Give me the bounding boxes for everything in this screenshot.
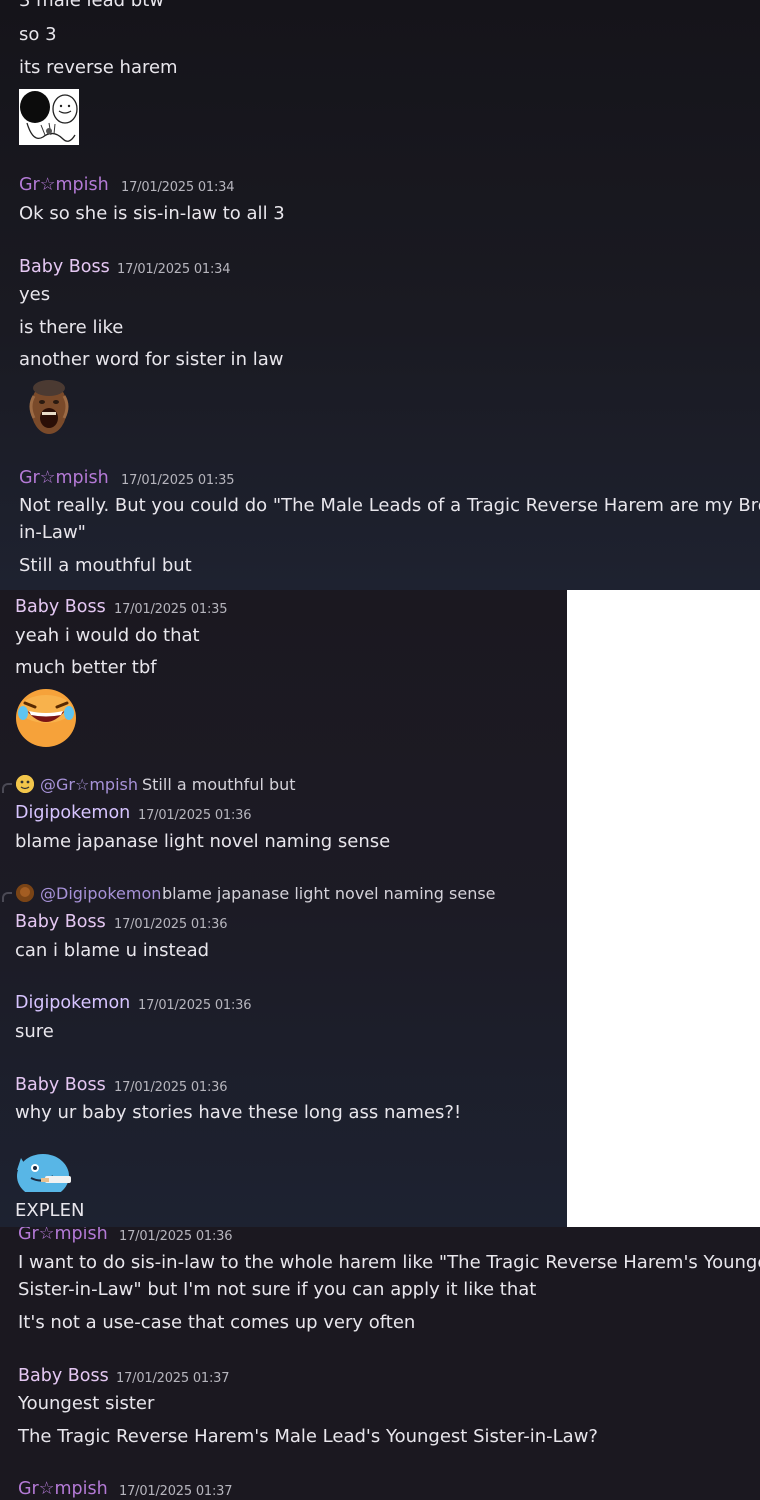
- message-line: much better tbf: [15, 657, 157, 678]
- message-line: I want to do sis-in-law to the whole har…: [18, 1252, 760, 1273]
- message-author[interactable]: Baby Boss: [15, 1075, 106, 1095]
- message-line: so 3: [19, 24, 57, 45]
- chat-segment-2: Baby Boss 17/01/2025 01:35 yeah i would …: [0, 590, 567, 1227]
- meme-sticker-icon[interactable]: [19, 89, 79, 145]
- message-timestamp: 17/01/2025 01:36: [114, 917, 228, 932]
- message-line: Still a mouthful but: [19, 555, 192, 576]
- message-timestamp: 17/01/2025 01:37: [116, 1371, 230, 1386]
- reply-mention[interactable]: @Digipokemon: [40, 884, 161, 903]
- message-line: is there like: [19, 317, 124, 338]
- sticker-caption: EXPLEN: [15, 1200, 85, 1221]
- message-timestamp: 17/01/2025 01:36: [119, 1229, 233, 1244]
- reply-connector: [2, 892, 12, 902]
- message-timestamp: 17/01/2025 01:35: [114, 602, 228, 617]
- cartoon-sticker-icon[interactable]: [15, 1148, 77, 1192]
- message-line: The Tragic Reverse Harem's Male Lead's Y…: [18, 1426, 598, 1447]
- chat-segment-3: Gr☆mpish 17/01/2025 01:36 I want to do s…: [0, 1227, 760, 1500]
- laughing-crying-emoji-icon[interactable]: [15, 687, 77, 749]
- message-timestamp: 17/01/2025 01:36: [114, 1080, 228, 1095]
- message-timestamp: 17/01/2025 01:37: [119, 1484, 233, 1499]
- message-author[interactable]: Baby Boss: [15, 597, 106, 617]
- message-line: in-Law": [19, 522, 86, 543]
- avatar-icon: [16, 884, 34, 902]
- message-author[interactable]: Digipokemon: [15, 993, 130, 1013]
- avatar-icon: [16, 775, 34, 793]
- reply-text[interactable]: Still a mouthful but: [142, 775, 296, 794]
- chat-segment-1: 3 male lead btw so 3 its reverse harem G…: [0, 0, 760, 590]
- laughing-man-emoji-icon[interactable]: [24, 378, 74, 440]
- message-line: Youngest sister: [18, 1393, 155, 1414]
- message-author[interactable]: Gr☆mpish: [19, 175, 109, 195]
- message-line: its reverse harem: [19, 57, 178, 78]
- message-line: 3 male lead btw: [19, 0, 164, 11]
- message-author[interactable]: Baby Boss: [15, 912, 106, 932]
- message-author[interactable]: Gr☆mpish: [18, 1479, 108, 1499]
- message-author[interactable]: Gr☆mpish: [18, 1227, 108, 1244]
- message-line: sure: [15, 1021, 54, 1042]
- message-timestamp: 17/01/2025 01:34: [117, 262, 231, 277]
- message-timestamp: 17/01/2025 01:36: [138, 998, 252, 1013]
- reply-mention[interactable]: @Gr☆mpish: [40, 775, 138, 794]
- reply-text[interactable]: blame japanase light novel naming sense: [162, 884, 496, 903]
- message-author[interactable]: Gr☆mpish: [19, 468, 109, 488]
- message-timestamp: 17/01/2025 01:35: [121, 473, 235, 488]
- reply-connector: [2, 783, 12, 793]
- cropped-blank-area: [567, 590, 760, 1227]
- message-line: It's not a use-case that comes up very o…: [18, 1312, 416, 1333]
- message-line: Sister-in-Law" but I'm not sure if you c…: [18, 1279, 537, 1300]
- message-author[interactable]: Digipokemon: [15, 803, 130, 823]
- message-author[interactable]: Baby Boss: [18, 1366, 109, 1386]
- message-author[interactable]: Baby Boss: [19, 257, 110, 277]
- message-line: Not really. But you could do "The Male L…: [19, 495, 760, 516]
- message-line: Ok so she is sis-in-law to all 3: [19, 203, 285, 224]
- message-line: can i blame u instead: [15, 940, 210, 961]
- message-timestamp: 17/01/2025 01:34: [121, 180, 235, 195]
- message-timestamp: 17/01/2025 01:36: [138, 808, 252, 823]
- message-line: why ur baby stories have these long ass …: [15, 1102, 462, 1123]
- message-line: blame japanase light novel naming sense: [15, 831, 391, 852]
- message-line: yeah i would do that: [15, 625, 200, 646]
- message-line: yes: [19, 284, 51, 305]
- message-line: another word for sister in law: [19, 349, 284, 370]
